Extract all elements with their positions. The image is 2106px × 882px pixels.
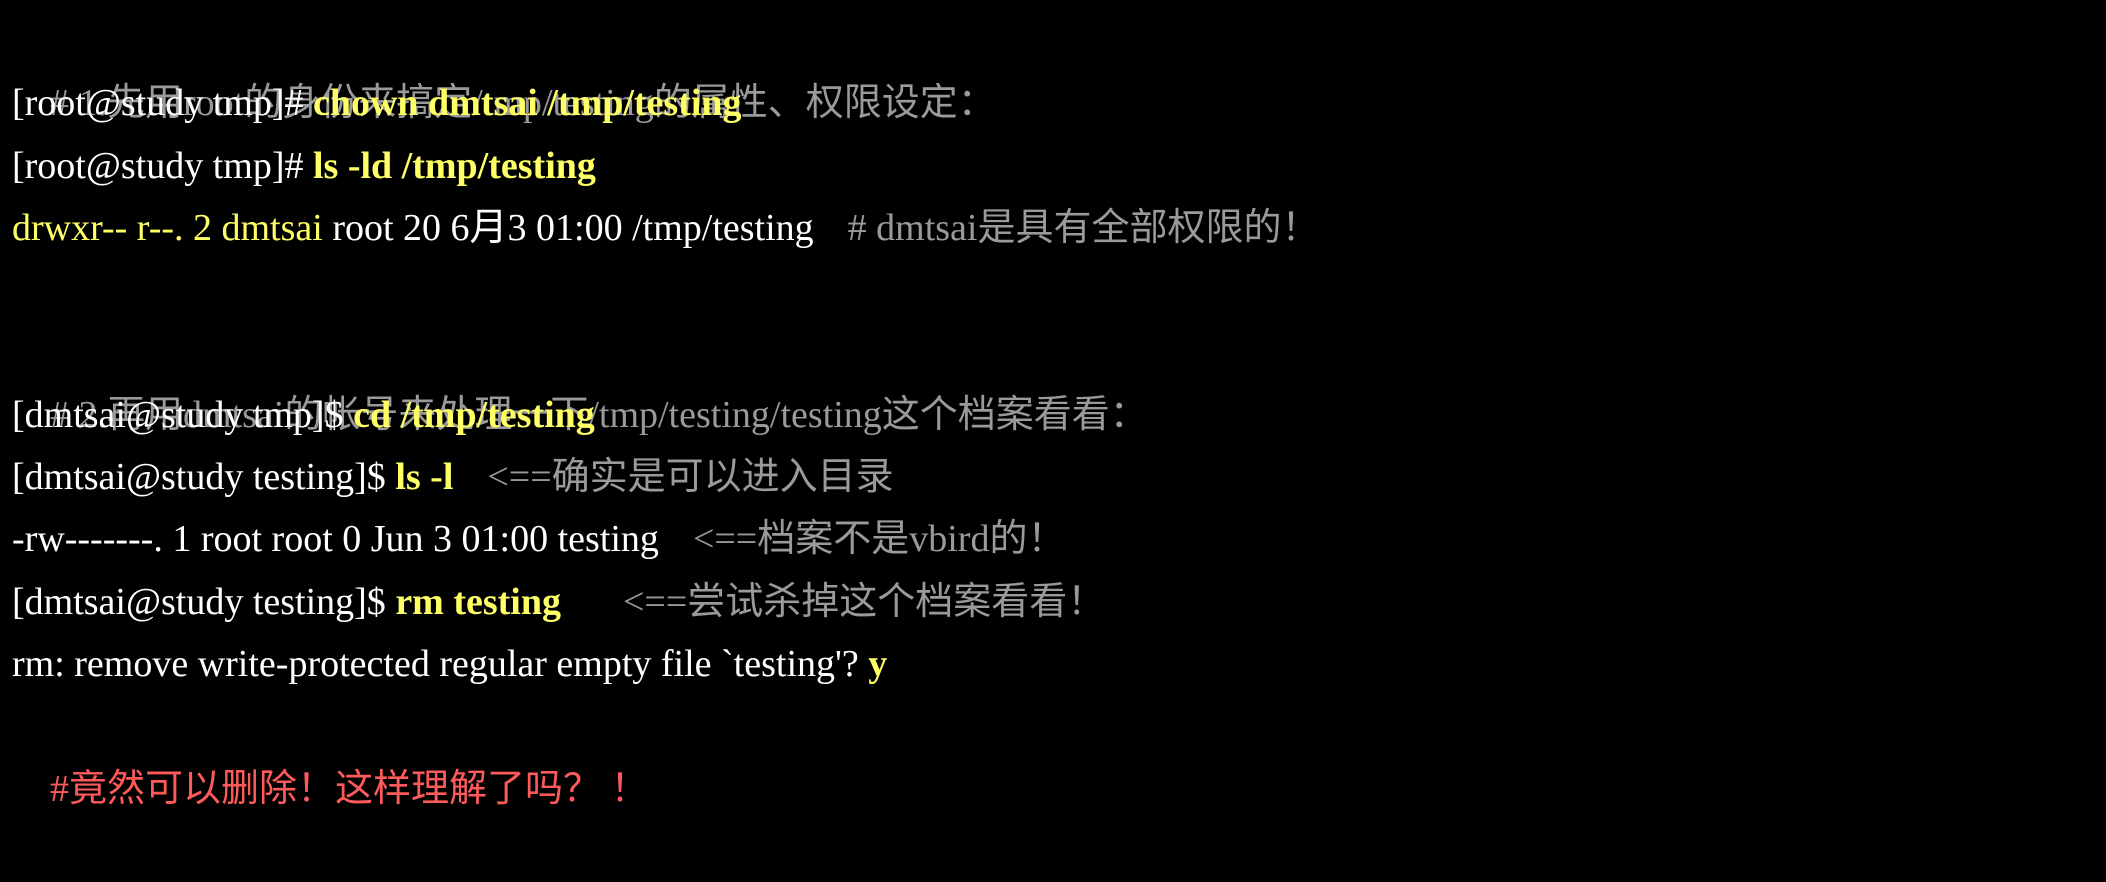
command-text: chown dmtsai /tmp/testing (312, 82, 742, 125)
comment-text: <==尝试杀掉这个档案看看！ (623, 580, 1106, 623)
command-text: rm testing (395, 580, 561, 623)
terminal-line-8: [dmtsai@study testing]$ ls -l <==确实是可以进入目… (12, 446, 2106, 508)
permission-text: drwxr-- r--. 2 dmtsai (12, 206, 323, 249)
output-text: rm: remove write-protected regular empty… (12, 642, 869, 685)
terminal-line-9: -rw-------. 1 root root 0 Jun 3 01:00 te… (12, 508, 2106, 570)
comment-text: <==档案不是vbird的！ (692, 518, 1066, 561)
command-text: cd /tmp/testing (353, 393, 595, 436)
terminal-line-3: [root@study tmp]# ls -ld /tmp/testing (12, 135, 2106, 197)
comment-text: <==确实是可以进入目录 (487, 456, 894, 499)
terminal-line-1: # 1.先用root的身份来搞定/tmp/testing的属性、权限设定： (12, 10, 2106, 124)
terminal-line-10: [dmtsai@study testing]$ rm testing <==尝试杀… (12, 571, 2106, 633)
command-text: ls -l (395, 456, 454, 499)
output-text: root 20 6月3 01:00 /tmp/testing (322, 206, 814, 249)
note-text: #竟然可以删除！这样理解了吗？ ！ (50, 767, 649, 810)
terminal-line-11: rm: remove write-protected regular empty… (12, 633, 2106, 695)
command-text: ls -ld /tmp/testing (312, 144, 596, 187)
shell-prompt: [dmtsai@study testing]$ (12, 580, 396, 623)
terminal-line-2: [root@study tmp]# chown dmtsai /tmp/test… (12, 72, 2106, 134)
shell-prompt: [dmtsai@study tmp]$ (12, 393, 354, 436)
terminal-line-6: # 2.再用dmtsai的帐号来处理一下/tmp/testing/testing… (12, 321, 2106, 436)
output-text: -rw-------. 1 root root 0 Jun 3 01:00 te… (12, 518, 659, 561)
comment-text: # dmtsai是具有全部权限的！ (847, 206, 1320, 249)
terminal-line-12: #竟然可以删除！这样理解了吗？ ！ (12, 695, 2106, 810)
terminal-output: # 1.先用root的身份来搞定/tmp/testing的属性、权限设定： [r… (0, 0, 2106, 810)
shell-prompt: [dmtsai@study testing]$ (12, 456, 396, 499)
answer-text: y (868, 642, 888, 685)
terminal-line-4: drwxr-- r--. 2 dmtsai root 20 6月3 01:00 … (12, 197, 2106, 259)
shell-prompt: [root@study tmp]# (12, 144, 313, 187)
shell-prompt: [root@study tmp]# (12, 82, 313, 125)
